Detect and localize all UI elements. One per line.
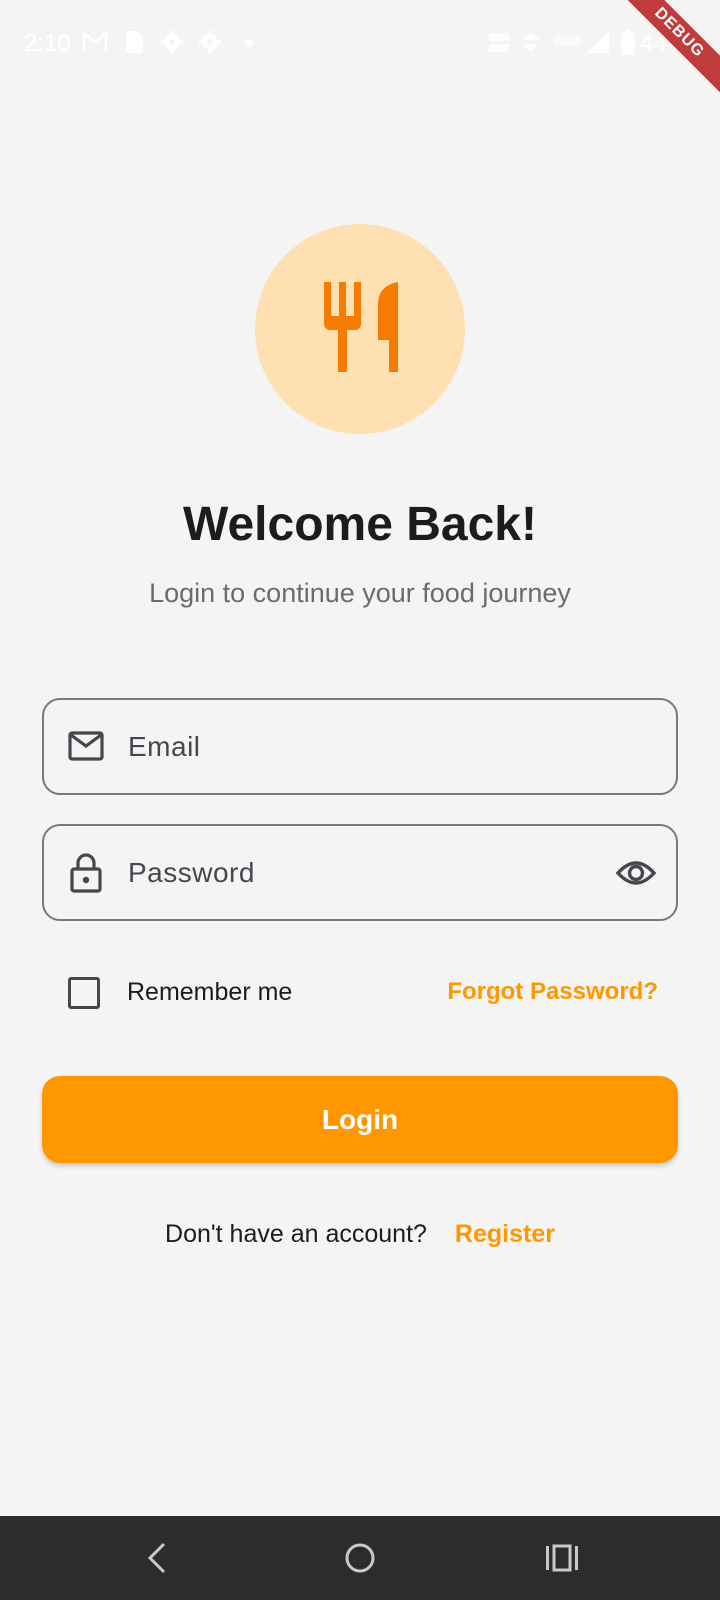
- password-input[interactable]: [128, 826, 588, 919]
- login-button[interactable]: Login: [42, 1076, 678, 1163]
- settings-icon: [198, 30, 222, 54]
- volte-icon: [488, 30, 512, 54]
- forgot-password-link[interactable]: Forgot Password?: [447, 978, 658, 1006]
- email-field[interactable]: [42, 698, 678, 795]
- home-icon[interactable]: [342, 1538, 378, 1578]
- battery-icon: [620, 30, 636, 56]
- remember-me-checkbox[interactable]: [68, 977, 100, 1009]
- recents-icon[interactable]: [544, 1538, 580, 1578]
- restaurant-icon: [320, 281, 400, 377]
- status-bar: 2:10 44: [0, 0, 720, 86]
- settings-icon: [160, 30, 184, 54]
- signal-icon: [586, 30, 610, 54]
- eye-icon[interactable]: [615, 855, 657, 896]
- dot-icon: [244, 38, 254, 48]
- data-arrows-icon: [520, 30, 542, 54]
- register-row: Don't have an account? Register: [0, 1220, 720, 1249]
- page-title: Welcome Back!: [183, 498, 537, 551]
- system-nav-bar: [0, 1516, 720, 1600]
- 5g-icon: [552, 30, 582, 54]
- register-link[interactable]: Register: [455, 1220, 555, 1248]
- back-icon[interactable]: [142, 1538, 172, 1578]
- password-field[interactable]: [42, 824, 678, 921]
- email-input[interactable]: [128, 700, 588, 793]
- gmail-icon: [82, 30, 108, 52]
- login-screen: 2:10 44 DEBUG Welcome Back! Login to con…: [0, 0, 720, 1600]
- lock-icon: [68, 853, 104, 898]
- file-icon: [124, 30, 144, 54]
- register-question: Don't have an account?: [165, 1220, 427, 1248]
- status-time: 2:10: [24, 30, 71, 57]
- app-logo: [255, 224, 465, 434]
- remember-me-label: Remember me: [127, 978, 293, 1006]
- mail-icon: [68, 730, 104, 767]
- page-subtitle: Login to continue your food journey: [149, 578, 571, 608]
